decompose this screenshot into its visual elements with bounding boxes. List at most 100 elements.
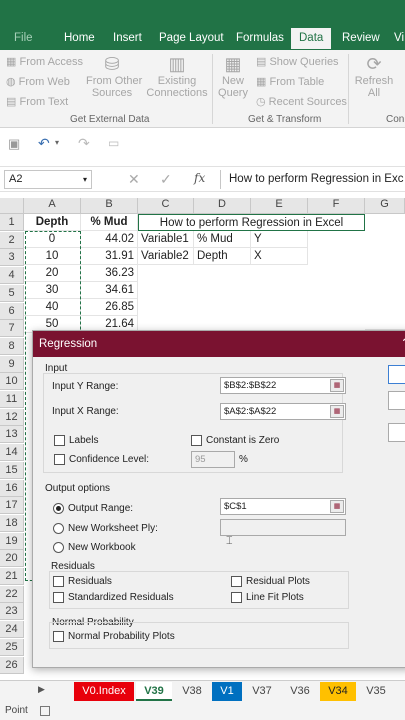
ok-button[interactable]: [388, 365, 405, 384]
tab-file[interactable]: File: [14, 32, 33, 44]
cell-b1[interactable]: % Mud: [81, 214, 138, 231]
residuals-checkbox[interactable]: [53, 576, 64, 587]
column-header-c[interactable]: C: [138, 198, 194, 214]
input-y-range-field[interactable]: $B$2:$B$22 ▦: [220, 377, 346, 394]
tab-data[interactable]: Data: [291, 28, 332, 49]
sheet-tab-v39[interactable]: V39: [136, 682, 172, 701]
line-fit-plots-checkbox[interactable]: [231, 592, 242, 603]
cancel-icon[interactable]: ✕: [128, 171, 140, 188]
row-header-9[interactable]: 9: [0, 355, 24, 373]
new-worksheet-radio[interactable]: [53, 523, 64, 534]
row-header-13[interactable]: 13: [0, 426, 24, 444]
enter-icon[interactable]: ✓: [160, 171, 172, 188]
chevron-down-icon[interactable]: ▾: [55, 138, 59, 147]
cell-d3[interactable]: Depth: [194, 248, 251, 265]
column-header-b[interactable]: B: [81, 198, 138, 214]
row-header-7[interactable]: 7: [0, 320, 24, 338]
cell-b5[interactable]: 34.61: [81, 282, 138, 299]
show-queries-button[interactable]: ▤ Show Queries: [256, 55, 339, 68]
sheet-tab-v0-index[interactable]: V0.Index: [74, 682, 134, 701]
row-header-1[interactable]: 1: [0, 214, 24, 231]
cancel-button[interactable]: [388, 391, 405, 410]
save-icon[interactable]: ▣: [8, 136, 20, 152]
tab-page-layout[interactable]: Page Layout: [159, 32, 224, 44]
scroll-tabs-right-icon[interactable]: ▶: [38, 684, 45, 695]
standardized-residuals-checkbox[interactable]: [53, 592, 64, 603]
row-header-2[interactable]: 2: [0, 231, 24, 249]
range-picker-icon[interactable]: ▦: [330, 405, 344, 418]
tab-formulas[interactable]: Formulas: [236, 32, 284, 44]
row-header-19[interactable]: 19: [0, 532, 24, 550]
sheet-tab-v34[interactable]: V34: [320, 682, 356, 701]
row-header-17[interactable]: 17: [0, 497, 24, 515]
row-header-23[interactable]: 23: [0, 603, 24, 621]
output-range-field[interactable]: $C$1 ▦: [220, 498, 346, 515]
confidence-level-field[interactable]: 95: [191, 451, 235, 468]
cell-b3[interactable]: 31.91: [81, 248, 138, 265]
row-header-5[interactable]: 5: [0, 284, 24, 302]
cell-b2[interactable]: 44.02: [81, 231, 138, 248]
cell-a1[interactable]: Depth: [24, 214, 81, 231]
row-header-6[interactable]: 6: [0, 302, 24, 320]
help-button[interactable]: [388, 423, 405, 442]
cell-c2[interactable]: Variable1: [138, 231, 194, 248]
refresh-all-button[interactable]: ⟳ Refresh All: [352, 54, 396, 99]
from-access-button[interactable]: ▦ From Access: [6, 55, 83, 68]
row-header-4[interactable]: 4: [0, 267, 24, 285]
cell-d2[interactable]: % Mud: [194, 231, 251, 248]
range-picker-icon[interactable]: ▦: [330, 500, 344, 513]
cell-b4[interactable]: 36.23: [81, 265, 138, 282]
column-header-g[interactable]: G: [365, 198, 405, 214]
cell-c1-merged-title[interactable]: How to perform Regression in Excel: [138, 214, 365, 231]
sheet-tab-v1[interactable]: V1: [212, 682, 242, 701]
sheet-tab-v37[interactable]: V37: [244, 682, 280, 701]
column-header-e[interactable]: E: [251, 198, 308, 214]
row-header-25[interactable]: 25: [0, 638, 24, 656]
column-header-a[interactable]: A: [24, 198, 81, 214]
row-header-24[interactable]: 24: [0, 621, 24, 639]
sheet-tab-v36[interactable]: V36: [282, 682, 318, 701]
range-picker-icon[interactable]: ▦: [330, 379, 344, 392]
cell-c3[interactable]: Variable2: [138, 248, 194, 265]
row-header-14[interactable]: 14: [0, 444, 24, 462]
row-header-3[interactable]: 3: [0, 249, 24, 267]
row-header-10[interactable]: 10: [0, 373, 24, 391]
tab-review[interactable]: Review: [342, 32, 380, 44]
touch-mode-icon[interactable]: ▭: [108, 136, 119, 150]
from-table-button[interactable]: ▦ From Table: [256, 75, 324, 88]
from-text-button[interactable]: ▤ From Text: [6, 95, 68, 108]
undo-icon[interactable]: ↶: [38, 135, 50, 152]
insert-function-button[interactable]: fx: [194, 171, 205, 185]
column-header-d[interactable]: D: [194, 198, 251, 214]
new-workbook-radio[interactable]: [53, 542, 64, 553]
constant-zero-checkbox[interactable]: [191, 435, 202, 446]
row-header-26[interactable]: 26: [0, 656, 24, 674]
output-range-radio[interactable]: [53, 503, 64, 514]
sheet-tab-v38[interactable]: V38: [174, 682, 210, 701]
formula-input[interactable]: How to perform Regression in Exc: [220, 170, 405, 189]
row-header-12[interactable]: 12: [0, 408, 24, 426]
residual-plots-checkbox[interactable]: [231, 576, 242, 587]
row-header-11[interactable]: 11: [0, 391, 24, 408]
input-x-range-field[interactable]: $A$2:$A$22 ▦: [220, 403, 346, 420]
row-header-18[interactable]: 18: [0, 514, 24, 532]
tab-view[interactable]: Vi: [394, 32, 404, 44]
new-worksheet-field[interactable]: [220, 519, 346, 536]
confidence-level-checkbox[interactable]: [54, 454, 65, 465]
cell-e3[interactable]: X: [251, 248, 308, 265]
normal-probability-plots-checkbox[interactable]: [53, 631, 64, 642]
row-header-20[interactable]: 20: [0, 550, 24, 568]
row-header-22[interactable]: 22: [0, 585, 24, 603]
cell-b6[interactable]: 26.85: [81, 299, 138, 316]
row-header-21[interactable]: 21: [0, 568, 24, 585]
redo-icon[interactable]: ↷: [78, 135, 90, 152]
column-header-f[interactable]: F: [308, 198, 365, 214]
labels-checkbox[interactable]: [54, 435, 65, 446]
tab-home[interactable]: Home: [64, 32, 95, 44]
from-other-sources-button[interactable]: ⛁ From Other Sources: [86, 54, 142, 99]
select-all-button[interactable]: [0, 198, 24, 214]
existing-connections-button[interactable]: ▥ Existing Connections: [145, 54, 209, 99]
row-header-16[interactable]: 16: [0, 479, 24, 497]
recent-sources-button[interactable]: ◷ Recent Sources: [256, 95, 347, 108]
tab-insert[interactable]: Insert: [113, 32, 142, 44]
